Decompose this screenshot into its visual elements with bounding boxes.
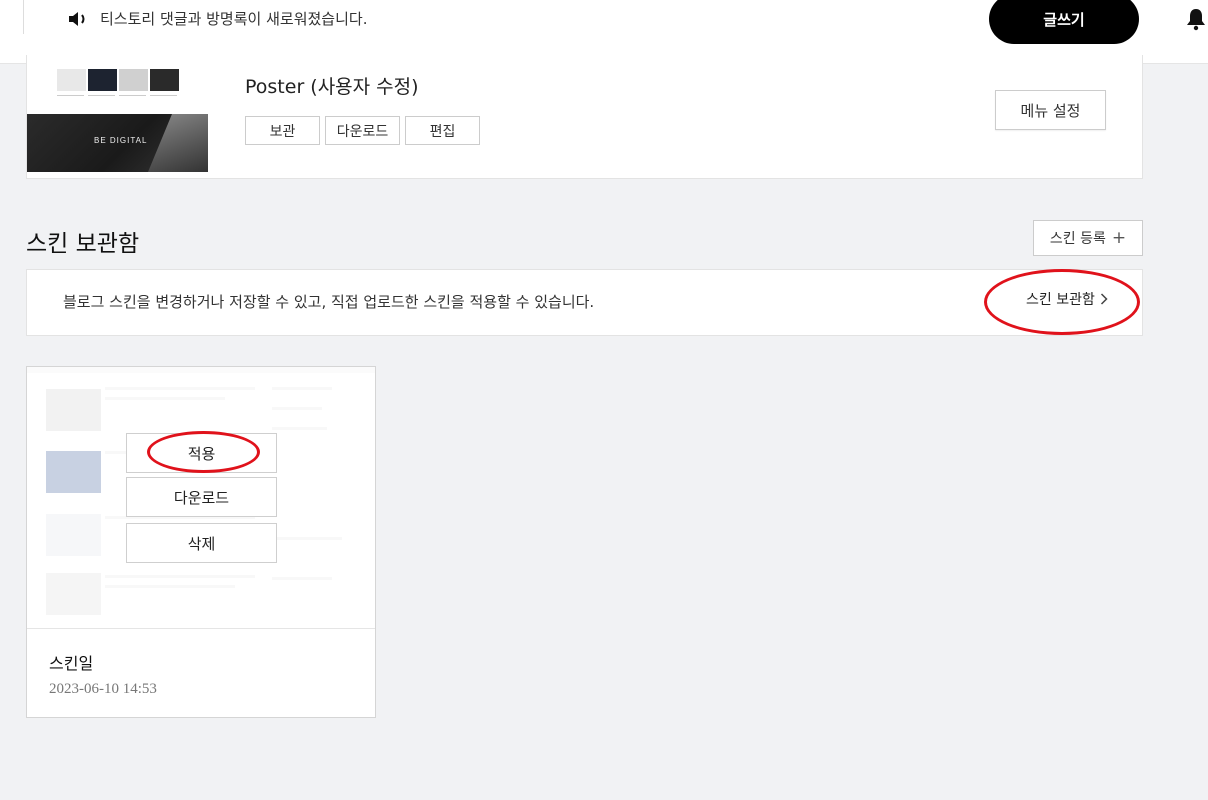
chevron-right-icon: [1100, 293, 1108, 305]
register-skin-button[interactable]: 스킨 등록 +: [1033, 220, 1143, 256]
menu-settings-button[interactable]: 메뉴 설정: [995, 90, 1106, 130]
info-box: 블로그 스킨을 변경하거나 저장할 수 있고, 직접 업로드한 스킨을 적용할 …: [26, 269, 1143, 336]
register-label: 스킨 등록: [1049, 231, 1106, 247]
write-button[interactable]: 글쓰기: [989, 0, 1139, 44]
current-skin-name: Poster (사용자 수정): [245, 76, 419, 98]
storage-link-label: 스킨 보관함: [1026, 292, 1095, 308]
current-skin-card: BE DIGITAL Poster (사용자 수정) 보관 다운로드 편집 메뉴…: [26, 55, 1143, 179]
divider: [23, 0, 24, 34]
edit-button[interactable]: 편집: [405, 116, 480, 145]
section-title: 스킨 보관함: [26, 231, 140, 257]
info-text: 블로그 스킨을 변경하거나 저장할 수 있고, 직접 업로드한 스킨을 적용할 …: [63, 293, 595, 311]
plus-icon: +: [1111, 227, 1127, 248]
stored-skin-name: 스킨일: [49, 654, 94, 673]
bell-icon[interactable]: [1184, 7, 1208, 31]
speaker-icon: [69, 12, 85, 26]
download-skin-button[interactable]: 다운로드: [126, 477, 277, 517]
download-button[interactable]: 다운로드: [325, 116, 400, 145]
delete-button[interactable]: 삭제: [126, 523, 277, 563]
skin-thumbnail: BE DIGITAL: [27, 55, 208, 172]
apply-button[interactable]: 적용: [126, 433, 277, 473]
archive-button[interactable]: 보관: [245, 116, 320, 145]
skin-preview: 적용 다운로드 삭제: [27, 367, 375, 629]
stored-skin-date: 2023-06-10 14:53: [49, 681, 157, 697]
notice-text[interactable]: 티스토리 댓글과 방명록이 새로워졌습니다.: [100, 8, 367, 30]
thumbnail-text: BE DIGITAL: [94, 136, 148, 145]
skin-storage-link[interactable]: 스킨 보관함: [1026, 289, 1108, 309]
stored-skin-card: 적용 다운로드 삭제 스킨일 2023-06-10 14:53: [26, 366, 376, 718]
